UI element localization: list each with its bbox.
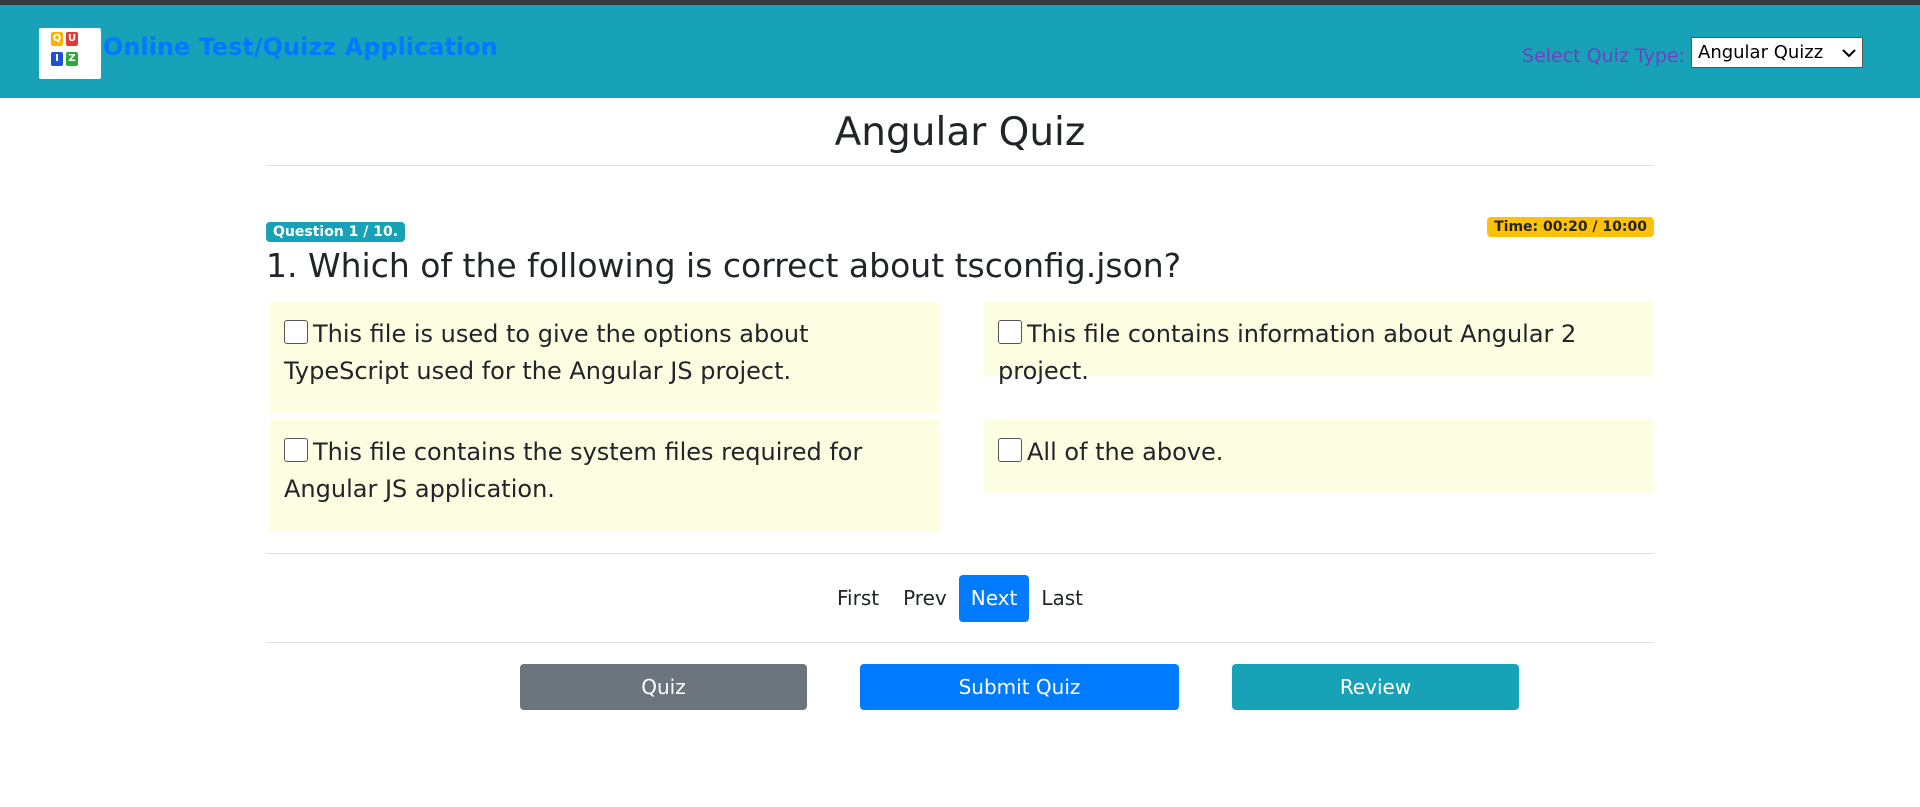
navbar: Q U I Z Online Test/Quizz Application Se… [0, 5, 1920, 98]
option-1-checkbox[interactable] [284, 320, 308, 344]
option-2-label: This file contains information about Ang… [998, 320, 1577, 385]
quiz-type-label: Select Quiz Type: [1522, 44, 1685, 67]
question-counter-badge: Question 1 / 10. [266, 222, 406, 242]
question-area: 1. Which of the following is correct abo… [266, 246, 1654, 285]
quiz-type-select[interactable]: Angular Quizz [1691, 37, 1863, 68]
quiz-logo-icon: Q U I Z [39, 28, 101, 79]
review-button[interactable]: Review [1232, 664, 1519, 710]
option-1[interactable]: This file is used to give the options ab… [270, 302, 939, 413]
options-grid: This file is used to give the options ab… [270, 302, 1654, 531]
options-area: This file is used to give the options ab… [266, 302, 1654, 531]
divider-middle [266, 553, 1654, 554]
option-4-checkbox[interactable] [998, 438, 1022, 462]
option-2-checkbox[interactable] [998, 320, 1022, 344]
quiz-type-selected: Angular Quizz [1698, 42, 1824, 63]
option-3-label: This file contains the system files requ… [284, 438, 863, 503]
option-1-label: This file is used to give the options ab… [284, 320, 809, 385]
option-3-checkbox[interactable] [284, 438, 308, 462]
divider-top [266, 165, 1654, 166]
pager-prev[interactable]: Prev [891, 575, 959, 622]
pagination: First Prev Next Last [266, 575, 1654, 622]
option-3[interactable]: This file contains the system files requ… [270, 420, 939, 531]
pager-next[interactable]: Next [958, 575, 1030, 622]
timer-badge: Time: 00:20 / 10:00 [1487, 217, 1654, 237]
quiz-button[interactable]: Quiz [520, 664, 807, 710]
app-title: Online Test/Quizz Application [103, 33, 498, 61]
submit-quiz-button[interactable]: Submit Quiz [860, 664, 1179, 710]
chevron-down-icon [1842, 48, 1856, 57]
question-text: 1. Which of the following is correct abo… [266, 246, 1182, 285]
pager-first[interactable]: First [825, 575, 891, 622]
brand-link[interactable]: Q U I Z Online Test/Quizz Application [39, 28, 498, 79]
option-2[interactable]: This file contains information about Ang… [984, 302, 1653, 385]
quiz-type-selector: Select Quiz Type: Angular Quizz [1522, 37, 1863, 68]
page-title: Angular Quiz [834, 110, 1086, 155]
divider-bottom [266, 642, 1654, 643]
option-4[interactable]: All of the above. [984, 420, 1653, 493]
option-4-label: All of the above. [1027, 438, 1224, 466]
pager-last[interactable]: Last [1029, 575, 1095, 622]
